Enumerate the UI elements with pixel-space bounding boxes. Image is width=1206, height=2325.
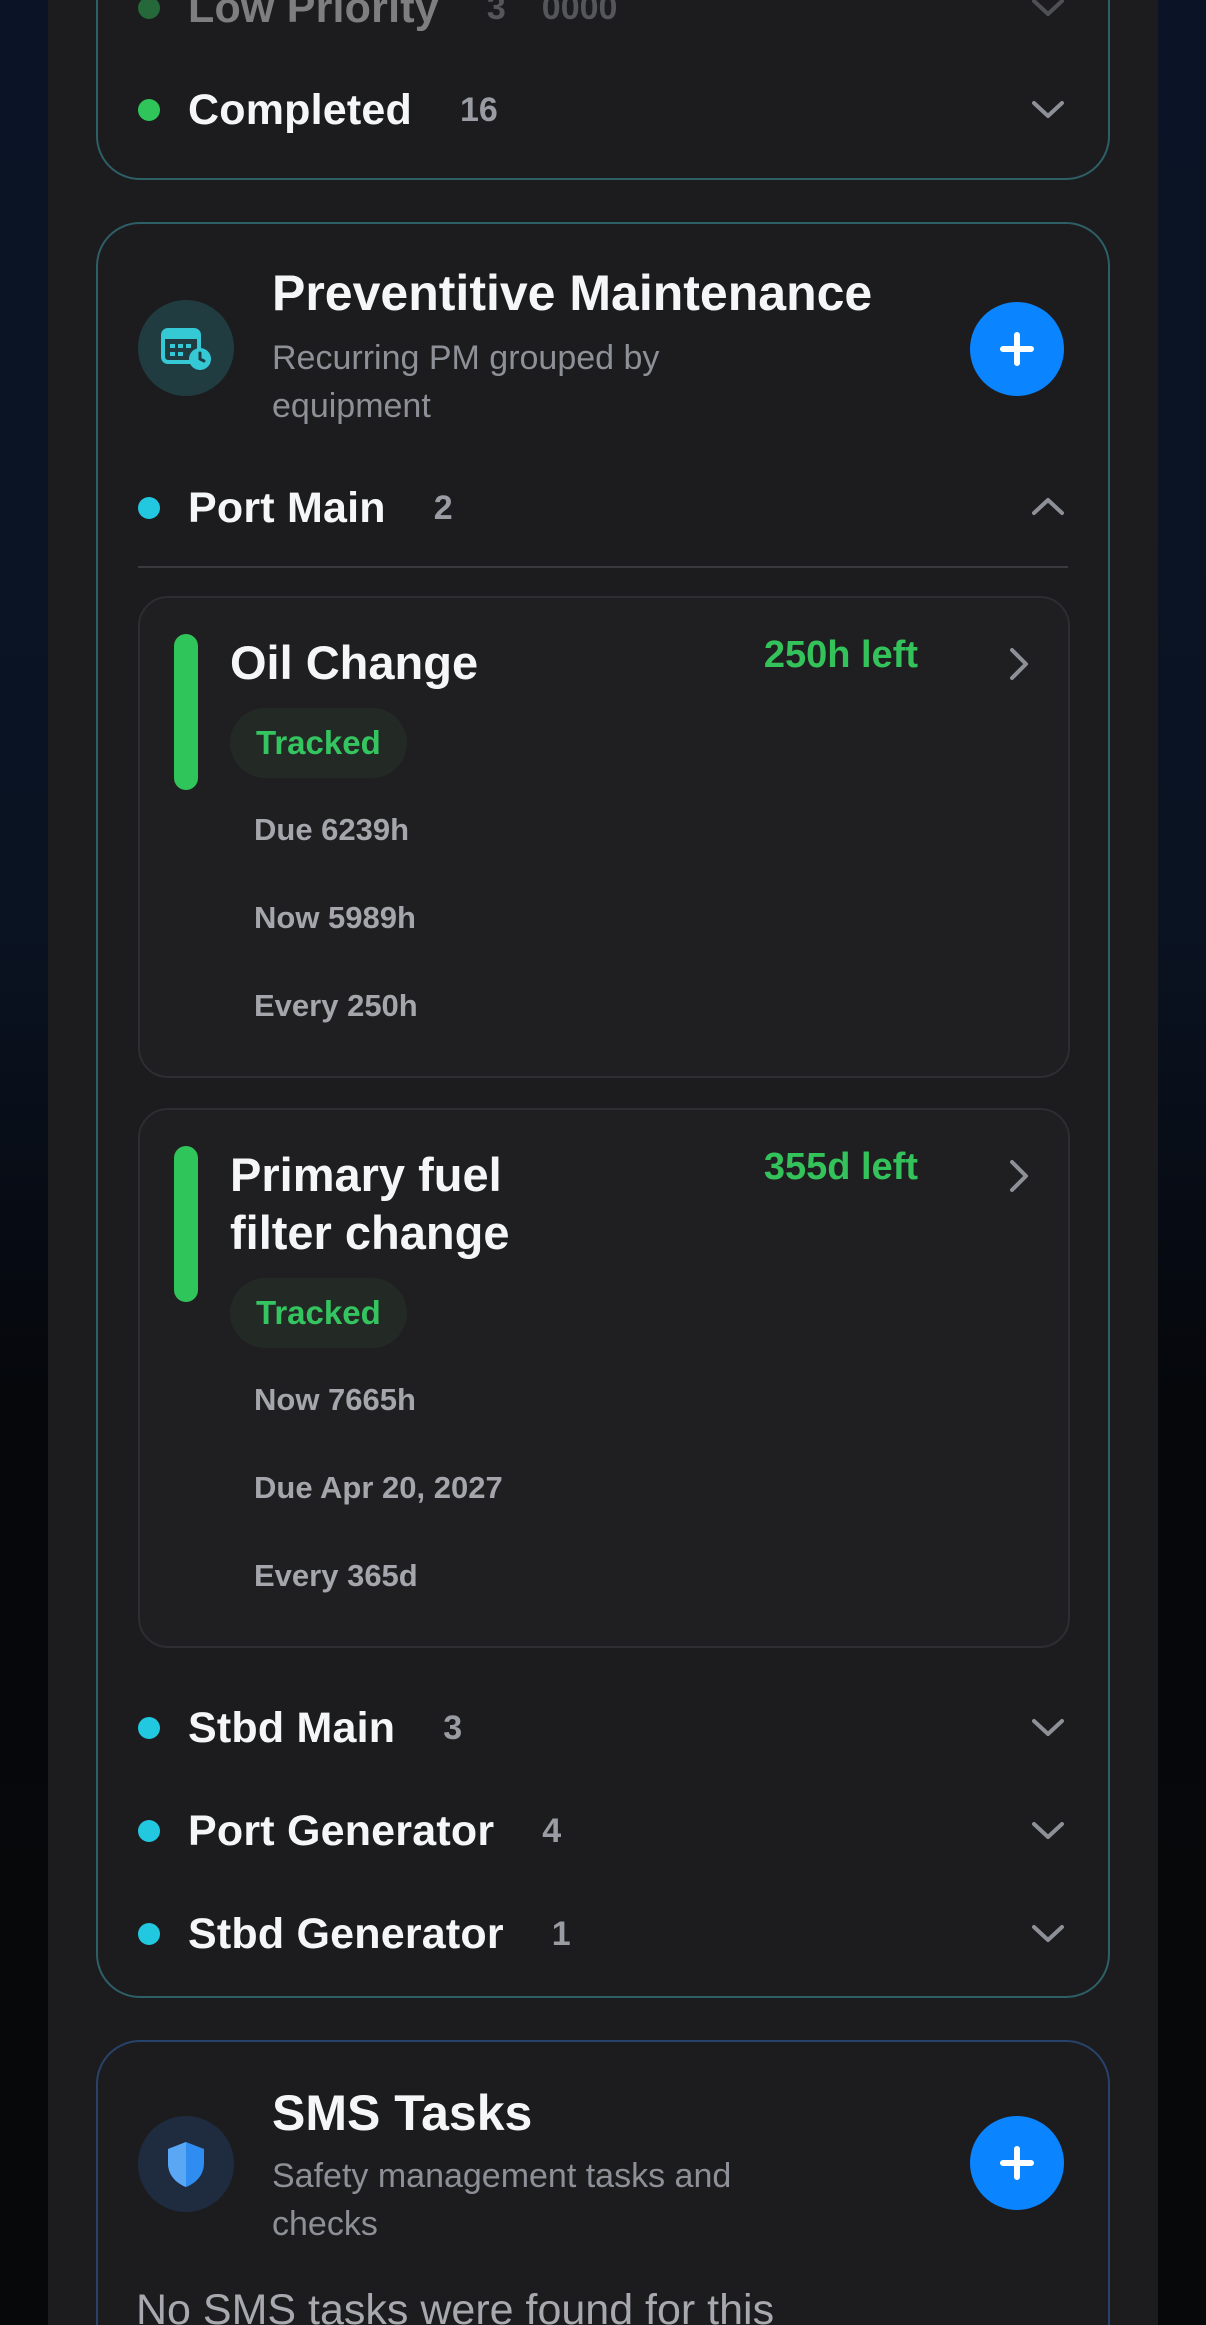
status-badge: Tracked bbox=[230, 1278, 407, 1348]
group-extra: 0000 bbox=[541, 0, 618, 27]
group-count: 1 bbox=[551, 1914, 571, 1953]
group-row-stbd-generator[interactable]: Stbd Generator 1 bbox=[138, 1904, 1068, 1964]
task-title: Oil Change bbox=[230, 636, 479, 689]
status-dot bbox=[138, 99, 160, 121]
chevron-up-icon[interactable] bbox=[1028, 492, 1068, 522]
chevron-right-icon[interactable] bbox=[1004, 1156, 1034, 1196]
status-dot bbox=[138, 0, 160, 19]
status-bar bbox=[174, 1146, 198, 1302]
group-name: Completed bbox=[188, 85, 412, 134]
chevron-right-icon[interactable] bbox=[1004, 644, 1034, 684]
add-pm-button[interactable] bbox=[970, 302, 1064, 396]
meta-now: Now 5989h bbox=[254, 900, 416, 935]
group-name: Stbd Generator bbox=[188, 1909, 504, 1958]
sms-tasks-card: SMS Tasks Safety management tasks and ch… bbox=[96, 2040, 1110, 2325]
chevron-down-icon[interactable] bbox=[1028, 1918, 1068, 1948]
time-remaining: 250h left bbox=[763, 634, 918, 676]
group-count: 16 bbox=[459, 90, 498, 129]
calendar-clock-icon bbox=[138, 300, 234, 396]
time-remaining: 355d left bbox=[763, 1146, 918, 1188]
group-row-port-generator[interactable]: Port Generator 4 bbox=[138, 1801, 1068, 1861]
chevron-down-icon[interactable] bbox=[1028, 1712, 1068, 1742]
section-title: SMS Tasks bbox=[272, 2085, 533, 2141]
task-title: Primary fuel filter change bbox=[230, 1148, 510, 1259]
meta-due: Due Apr 20, 2027 bbox=[254, 1470, 503, 1505]
divider bbox=[138, 566, 1068, 568]
group-count: 2 bbox=[433, 488, 453, 527]
group-row-low-priority[interactable]: Low Priority 3 0000 bbox=[138, 0, 1068, 38]
empty-state-text: No SMS tasks were found for this bbox=[136, 2286, 775, 2325]
chevron-down-icon[interactable] bbox=[1028, 94, 1068, 124]
status-dot bbox=[138, 497, 160, 519]
meta-interval: Every 250h bbox=[254, 988, 418, 1023]
status-bar bbox=[174, 634, 198, 790]
section-subtitle: Safety management tasks and checks bbox=[272, 2157, 732, 2243]
section-title: Preventitive Maintenance bbox=[272, 265, 873, 321]
group-row-stbd-main[interactable]: Stbd Main 3 bbox=[138, 1698, 1068, 1758]
shield-icon bbox=[138, 2116, 234, 2212]
priority-card: Low Priority 3 0000 Completed 16 bbox=[96, 0, 1110, 180]
group-count: 3 bbox=[486, 0, 506, 27]
status-dot bbox=[138, 1820, 160, 1842]
group-row-port-main[interactable]: Port Main 2 bbox=[138, 478, 1068, 538]
group-name: Stbd Main bbox=[188, 1703, 396, 1752]
task-card-oil-change[interactable]: Oil Change 250h left Tracked Due 6239h N… bbox=[138, 596, 1070, 1078]
meta-interval: Every 365d bbox=[254, 1558, 418, 1593]
group-row-completed[interactable]: Completed 16 bbox=[138, 80, 1068, 140]
chevron-down-icon[interactable] bbox=[1028, 1815, 1068, 1845]
group-name: Port Generator bbox=[188, 1806, 495, 1855]
chevron-down-icon[interactable] bbox=[1028, 0, 1068, 22]
meta-due: Due 6239h bbox=[254, 812, 410, 847]
status-dot bbox=[138, 1923, 160, 1945]
status-badge: Tracked bbox=[230, 708, 407, 778]
group-count: 3 bbox=[443, 1708, 463, 1747]
section-subtitle: Recurring PM grouped by equipment bbox=[272, 339, 660, 425]
group-count: 4 bbox=[542, 1811, 562, 1850]
group-name: Port Main bbox=[188, 483, 386, 532]
status-dot bbox=[138, 1717, 160, 1739]
add-sms-task-button[interactable] bbox=[970, 2116, 1064, 2210]
task-card-primary-fuel-filter[interactable]: Primary fuel filter change 355d left Tra… bbox=[138, 1108, 1070, 1648]
preventive-maintenance-card: Preventitive Maintenance Recurring PM gr… bbox=[96, 222, 1110, 1998]
meta-now: Now 7665h bbox=[254, 1382, 416, 1417]
group-name: Low Priority bbox=[188, 0, 439, 32]
